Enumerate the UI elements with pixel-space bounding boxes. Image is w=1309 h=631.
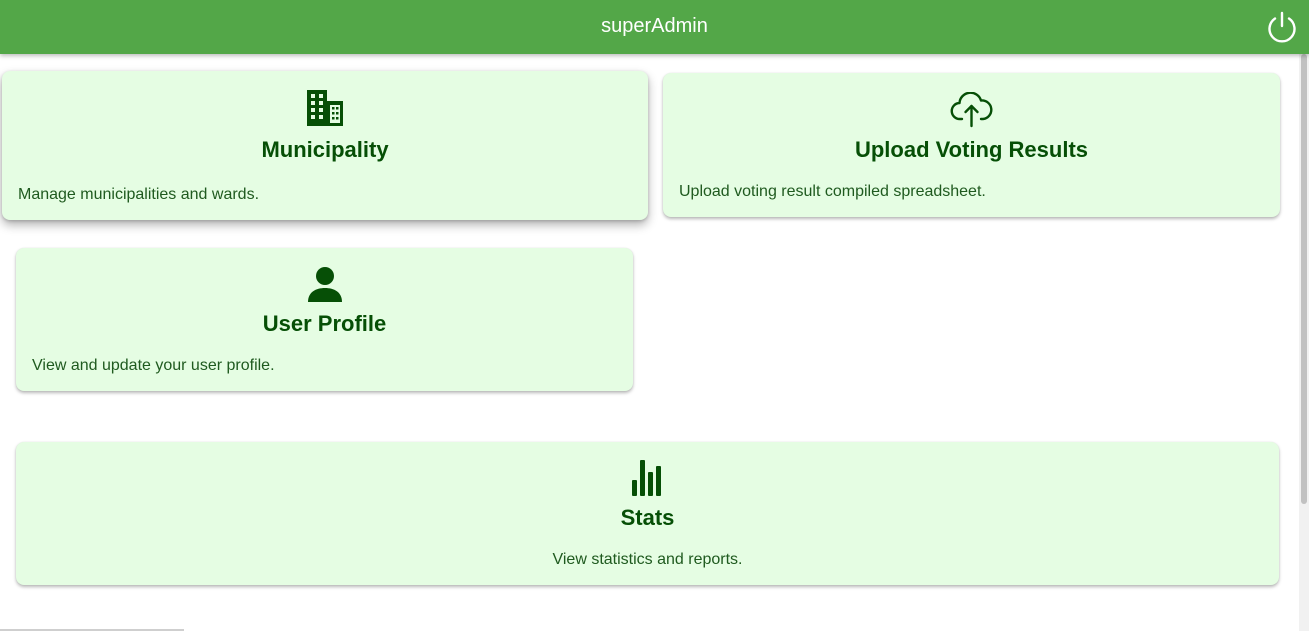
scrollbar-thumb[interactable] bbox=[1301, 54, 1307, 504]
user-profile-card[interactable]: User Profile View and update your user p… bbox=[16, 248, 633, 391]
municipality-title: Municipality bbox=[261, 137, 389, 162]
stats-description: View statistics and reports. bbox=[552, 551, 743, 568]
stats-card[interactable]: Stats View statistics and reports. bbox=[16, 442, 1279, 585]
stats-title: Stats bbox=[620, 505, 675, 530]
person-icon bbox=[307, 267, 342, 302]
municipality-description: Manage municipalities and wards. bbox=[18, 186, 260, 203]
vertical-scrollbar[interactable] bbox=[1299, 54, 1309, 631]
upload-voting-results-card[interactable]: Upload Voting Results Upload voting resu… bbox=[663, 73, 1280, 217]
power-icon bbox=[1268, 11, 1296, 43]
upload-voting-results-title: Upload Voting Results bbox=[854, 137, 1089, 162]
logout-button[interactable] bbox=[1264, 9, 1300, 45]
user-profile-title: User Profile bbox=[262, 311, 387, 336]
user-profile-description: View and update your user profile. bbox=[32, 357, 275, 374]
upload-voting-results-description: Upload voting result compiled spreadshee… bbox=[679, 183, 986, 200]
municipality-card[interactable]: Municipality Manage municipalities and w… bbox=[2, 71, 648, 220]
app-bar: superAdmin bbox=[0, 0, 1309, 54]
app-title: superAdmin bbox=[601, 15, 708, 37]
cloud-upload-icon bbox=[950, 92, 992, 128]
bar-chart-icon bbox=[631, 460, 661, 496]
building-icon bbox=[307, 90, 343, 126]
